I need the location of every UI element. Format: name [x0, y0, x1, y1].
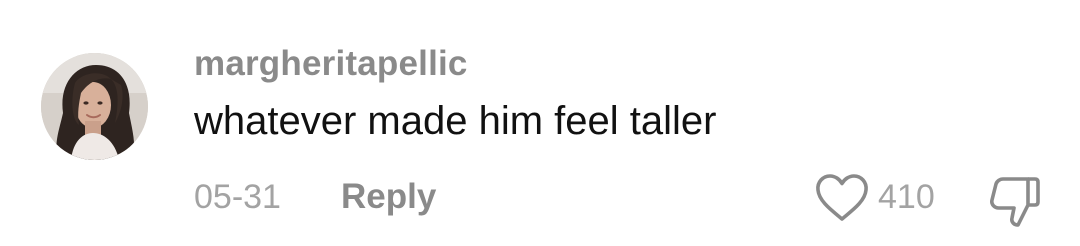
comment-item: margheritapellic whatever made him feel … [0, 0, 1080, 246]
reply-button[interactable]: Reply [341, 177, 436, 217]
dislike-button[interactable] [988, 173, 1042, 229]
like-count: 410 [878, 178, 935, 216]
like-button[interactable] [814, 173, 870, 223]
comment-username[interactable]: margheritapellic [194, 44, 468, 84]
comment-text: whatever made him feel taller [194, 99, 717, 143]
thumbs-down-outline-icon [990, 177, 1040, 227]
avatar-photo [41, 53, 148, 160]
heart-outline-icon [816, 174, 868, 221]
comment-date: 05-31 [194, 178, 281, 216]
avatar[interactable] [41, 53, 148, 160]
